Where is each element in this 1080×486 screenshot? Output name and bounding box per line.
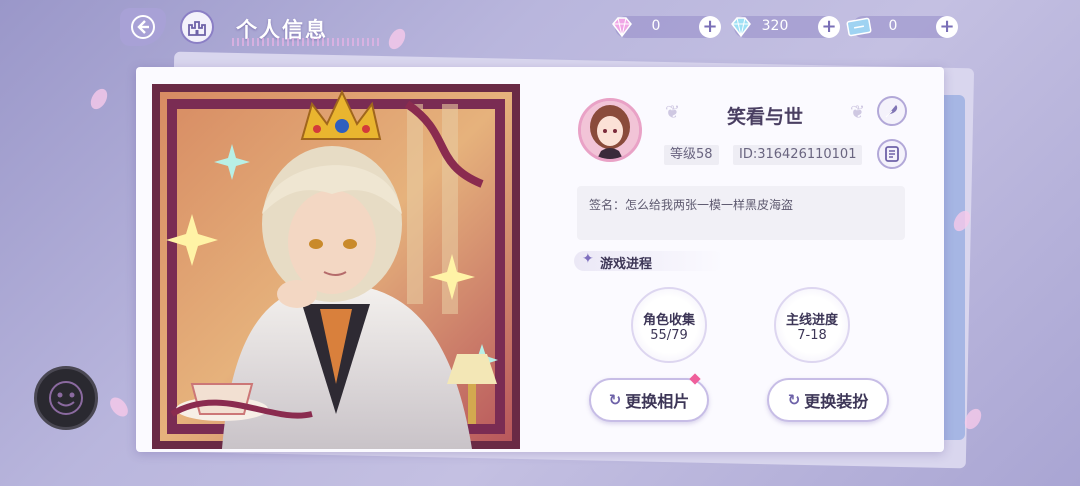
game-progress-header: ✦ 游戏进程 xyxy=(574,251,724,272)
refresh-icon: ↻ xyxy=(787,391,801,409)
floating-assistant-button[interactable] xyxy=(34,366,98,430)
copy-id-button[interactable] xyxy=(877,139,907,169)
level-badge: 等级58 xyxy=(664,145,719,165)
title-decoration xyxy=(232,38,382,46)
stat-value: 55/79 xyxy=(650,328,688,343)
button-label: 更换装扮 xyxy=(804,392,869,411)
add-ticket-button[interactable]: + xyxy=(936,16,958,38)
player-id: ID:316426110101 xyxy=(733,145,863,165)
edit-name-button[interactable] xyxy=(877,96,907,126)
player-avatar[interactable] xyxy=(578,98,642,162)
castle-icon xyxy=(188,21,206,36)
main-story-stat[interactable]: 主线进度 7-18 xyxy=(774,287,850,363)
back-button[interactable] xyxy=(120,8,166,46)
feather-pen-icon xyxy=(885,105,898,118)
avatar-image xyxy=(581,101,639,159)
add-blue-diamond-button[interactable]: + xyxy=(818,16,840,38)
refresh-icon: ↻ xyxy=(608,391,622,409)
button-label: 更换相片 xyxy=(625,392,690,411)
signature-text: 签名：怎么给我两张一模一样黑皮海盗 xyxy=(589,198,794,212)
copy-icon xyxy=(885,146,899,162)
character-portrait xyxy=(152,84,520,449)
currency-value: 0 xyxy=(651,18,661,34)
petal-decoration xyxy=(106,394,132,420)
add-pink-diamond-button[interactable]: + xyxy=(699,16,721,38)
currency-blue-diamond: 320 + xyxy=(731,16,840,38)
currency-ticket: 0 + xyxy=(846,16,958,38)
sparkle-icon: ✦ xyxy=(582,251,594,267)
section-title: 游戏进程 xyxy=(600,257,653,272)
character-collection-stat[interactable]: 角色收集 55/79 xyxy=(631,287,707,363)
currency-value: 320 xyxy=(761,18,789,34)
laurel-left-icon: ❦ xyxy=(665,102,681,123)
stat-label: 主线进度 xyxy=(785,313,838,328)
signature-box[interactable]: 签名：怎么给我两张一模一样黑皮海盗 xyxy=(577,186,905,240)
currency-value: 0 xyxy=(888,18,898,34)
petal-decoration xyxy=(87,85,111,113)
currency-pink-diamond: 0 + xyxy=(612,16,721,38)
home-button[interactable] xyxy=(180,10,214,44)
laurel-right-icon: ❦ xyxy=(850,102,866,123)
change-outfit-button[interactable]: ↻ 更换装扮 xyxy=(767,378,889,422)
smiley-face-icon xyxy=(49,381,83,415)
back-arrow-icon xyxy=(131,15,155,39)
stat-value: 7-18 xyxy=(797,328,827,343)
stat-label: 角色收集 xyxy=(642,313,695,328)
top-bar: 个人信息 0 + 320 + 0 + xyxy=(0,0,1080,58)
change-photo-button[interactable]: ↻ 更换相片 xyxy=(589,378,709,422)
player-name: 笑看与世 xyxy=(726,106,803,128)
